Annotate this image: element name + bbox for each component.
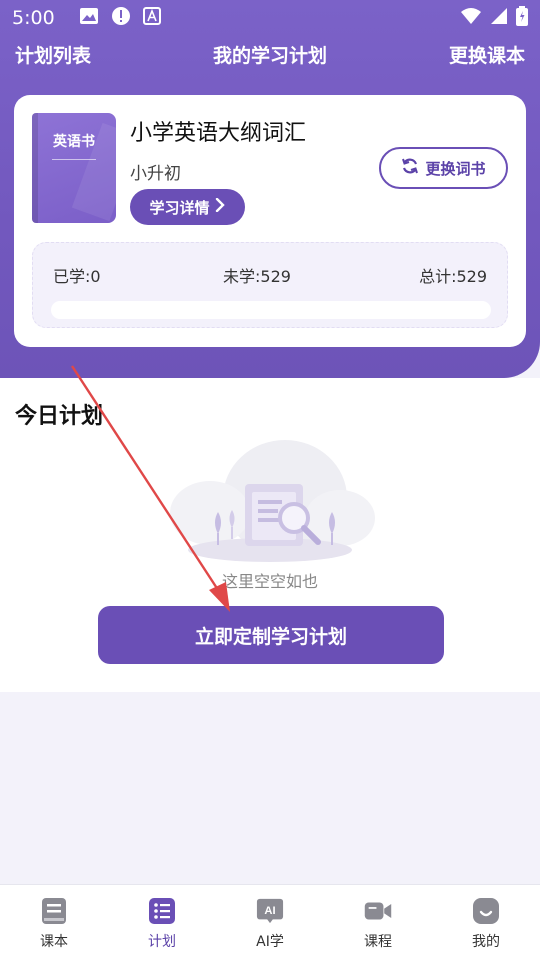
nav-label-profile: 我的 — [472, 934, 500, 950]
nav-label-ai: AI学 — [256, 934, 284, 950]
create-plan-button[interactable]: 立即定制学习计划 — [98, 606, 444, 664]
unlearned-count: 未学:529 — [223, 267, 291, 286]
chevron-right-icon — [214, 197, 226, 216]
svg-text:AI: AI — [264, 905, 275, 917]
ai-chat-icon: AI — [256, 897, 284, 925]
progress-bar — [51, 301, 491, 319]
today-plan-section: 今日计划 这里空空如也 立即定制学习计划 — [0, 378, 540, 692]
change-textbook-link[interactable]: 更换课本 — [449, 41, 525, 68]
wifi-icon — [460, 7, 482, 29]
nav-label-course: 课程 — [364, 934, 392, 950]
stats-box: 已学:0 未学:529 总计:529 — [32, 242, 508, 328]
font-icon — [142, 7, 161, 29]
nav-item-profile[interactable]: 我的 — [432, 885, 540, 960]
book-cover[interactable]: 英语书 — [32, 113, 116, 223]
status-time: 5:00 — [12, 7, 55, 29]
study-details-button[interactable]: 学习详情 — [130, 189, 245, 225]
list-icon — [148, 897, 176, 925]
book-level: 小升初 — [130, 164, 181, 184]
page-title: 我的学习计划 — [212, 44, 327, 67]
image-icon — [79, 7, 99, 29]
battery-icon — [516, 6, 528, 30]
nav-item-textbook[interactable]: 课本 — [0, 885, 108, 960]
status-bar: 5:00 — [0, 0, 540, 36]
plan-list-link[interactable]: 计划列表 — [15, 41, 91, 68]
empty-state-text: 这里空空如也 — [221, 572, 318, 591]
change-wordbook-label: 更换词书 — [425, 159, 486, 178]
nav-item-plan[interactable]: 计划 — [108, 885, 216, 960]
change-wordbook-button[interactable]: 更换词书 — [379, 147, 508, 189]
refresh-icon — [401, 157, 419, 179]
nav-label-plan: 计划 — [148, 934, 176, 950]
nav-label-textbook: 课本 — [40, 934, 68, 950]
book-card: 英语书 小学英语大纲词汇 小升初 学习详情 更换词书 已学:0 未学:529 总… — [14, 95, 526, 347]
empty-state-illustration — [160, 438, 380, 568]
study-details-label: 学习详情 — [149, 198, 210, 217]
signal-icon — [490, 7, 508, 29]
alert-icon — [111, 6, 131, 30]
book-title: 小学英语大纲词汇 — [130, 121, 307, 146]
top-nav: 计划列表 我的学习计划 更换课本 — [0, 36, 540, 72]
nav-item-ai[interactable]: AI AI学 — [216, 885, 324, 960]
bottom-nav: 课本 计划 AI AI学 课程 我的 — [0, 884, 540, 960]
total-count: 总计:529 — [419, 267, 487, 286]
profile-icon — [472, 897, 500, 925]
video-icon — [364, 897, 392, 925]
learned-count: 已学:0 — [53, 267, 101, 286]
today-plan-title: 今日计划 — [15, 404, 104, 429]
book-icon — [40, 897, 68, 925]
nav-item-course[interactable]: 课程 — [324, 885, 432, 960]
